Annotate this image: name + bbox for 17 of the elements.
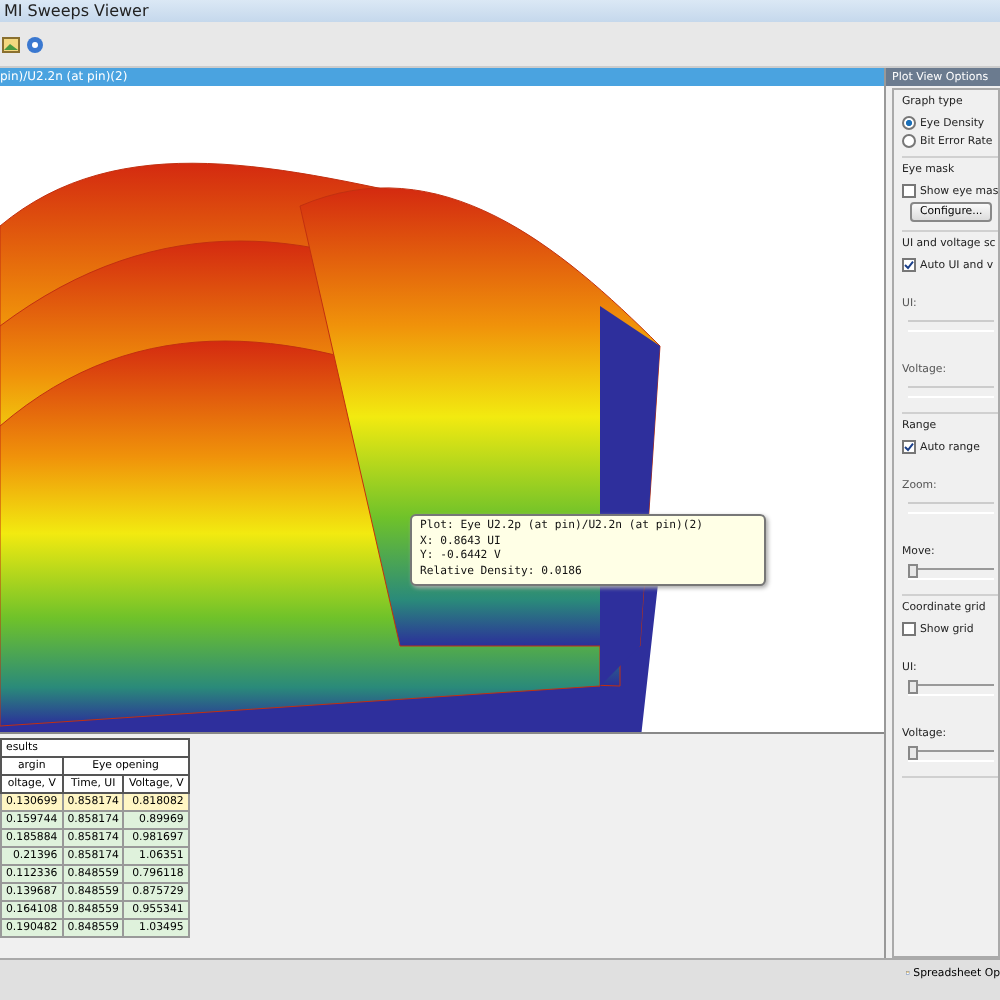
slider[interactable] [908,320,994,332]
radio-button[interactable] [902,134,916,148]
slider[interactable] [908,684,994,696]
radio-button[interactable] [902,116,916,130]
slider[interactable] [908,568,994,580]
slider-thumb[interactable] [908,564,918,578]
checkbox[interactable] [902,258,916,272]
slider-thumb[interactable] [908,746,918,760]
checkbox[interactable] [902,622,916,636]
image-icon[interactable] [2,35,20,53]
checkbox[interactable] [902,440,916,454]
slider[interactable] [908,502,994,514]
slider[interactable] [908,386,994,398]
slider[interactable] [908,750,994,762]
checkbox[interactable] [902,184,916,198]
window-title: MI Sweeps Viewer [4,2,149,20]
slider-thumb[interactable] [908,680,918,694]
